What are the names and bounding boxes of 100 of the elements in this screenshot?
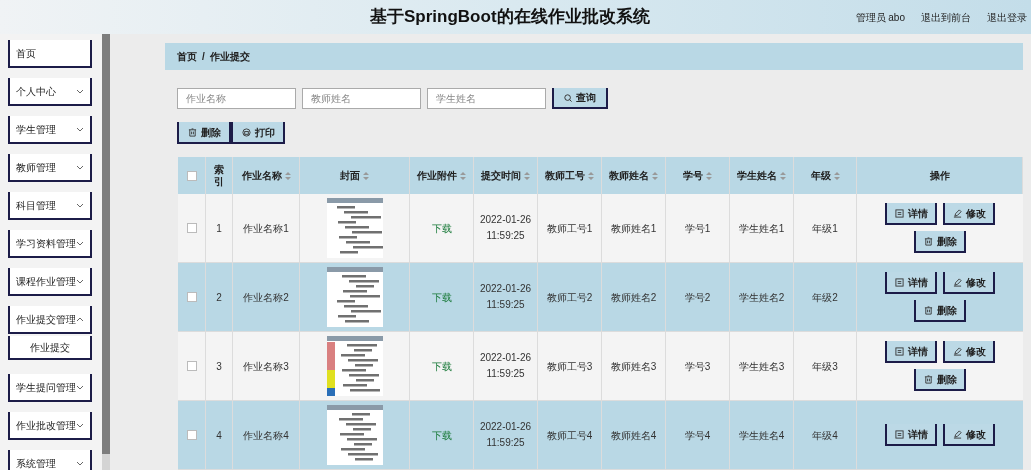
sidebar-menu-item[interactable]: 系统管理 bbox=[8, 450, 92, 470]
table-cell-text: 年级1 bbox=[812, 221, 838, 236]
scrollbar-thumb[interactable] bbox=[102, 34, 110, 454]
trash-icon bbox=[923, 305, 933, 315]
chevron-icon bbox=[76, 202, 84, 208]
table-cell-text: 学生姓名2 bbox=[738, 290, 785, 305]
table-cell-text: 2022-01-26 11:59:25 bbox=[478, 213, 533, 243]
table-cell-text: 学生姓名3 bbox=[738, 359, 785, 374]
sidebar-menu-item[interactable]: 科目管理 bbox=[8, 192, 92, 220]
search-field[interactable]: 教师姓名 bbox=[302, 88, 421, 109]
column-header: 封面 bbox=[340, 169, 360, 183]
search-field[interactable]: 学生姓名 bbox=[427, 88, 546, 109]
table-cell-text: 学号1 bbox=[684, 221, 711, 236]
trash-icon bbox=[923, 374, 933, 384]
toolbar-button[interactable]: 打印 bbox=[231, 122, 285, 144]
pencil-icon bbox=[952, 208, 962, 218]
sort-icon[interactable] bbox=[780, 171, 786, 180]
table-cell-text: 年级4 bbox=[812, 428, 838, 443]
toolbar-button[interactable]: 删除 bbox=[177, 122, 231, 144]
action-button[interactable]: 详情 bbox=[885, 272, 937, 294]
download-link[interactable]: 下载 bbox=[431, 289, 452, 305]
table-cell-text: 学号3 bbox=[684, 359, 711, 374]
sort-icon[interactable] bbox=[833, 171, 840, 180]
header-link[interactable]: 退出到前台 bbox=[921, 9, 971, 25]
table-cell-text: 2022-01-26 11:59:25 bbox=[478, 420, 533, 450]
table-cell-text: 教师姓名2 bbox=[610, 290, 657, 305]
action-button[interactable]: 修改 bbox=[943, 272, 995, 294]
sidebar-menu-item[interactable]: 作业批改管理 bbox=[8, 412, 92, 440]
chevron-icon bbox=[76, 164, 84, 170]
document-icon bbox=[894, 208, 904, 218]
table-cell-text: 学生姓名1 bbox=[738, 221, 785, 236]
search-button[interactable]: 查询 bbox=[552, 88, 608, 109]
sidebar-menu-item[interactable]: 学生提问管理 bbox=[8, 374, 92, 402]
table-cell-text: 作业名称1 bbox=[243, 221, 289, 236]
action-button[interactable]: 删除 bbox=[914, 300, 966, 322]
table-cell-text: 学号4 bbox=[684, 428, 711, 443]
column-header: 提交时间 bbox=[481, 169, 521, 183]
column-header: 索引 bbox=[213, 163, 225, 188]
sort-icon[interactable] bbox=[524, 171, 530, 180]
trash-icon bbox=[923, 236, 933, 246]
table-cell-text: 学生姓名4 bbox=[738, 428, 785, 443]
action-button[interactable]: 修改 bbox=[943, 424, 995, 446]
sidebar-menu-item[interactable]: 首页 bbox=[8, 40, 92, 68]
sort-icon[interactable] bbox=[652, 171, 658, 180]
sidebar-menu-item[interactable]: 课程作业管理 bbox=[8, 268, 92, 296]
action-button[interactable]: 详情 bbox=[885, 341, 937, 363]
sidebar-submenu-item[interactable]: 作业提交 bbox=[8, 336, 92, 360]
chevron-icon bbox=[76, 384, 84, 390]
action-button[interactable]: 修改 bbox=[943, 203, 995, 225]
pencil-icon bbox=[952, 346, 962, 356]
header-link[interactable]: 管理员 abo bbox=[855, 9, 905, 25]
table-cell-text: 2022-01-26 11:59:25 bbox=[478, 351, 533, 381]
action-button[interactable]: 修改 bbox=[943, 341, 995, 363]
checkbox[interactable] bbox=[186, 223, 197, 233]
sidebar-menu-item[interactable]: 学生管理 bbox=[8, 116, 92, 144]
action-button[interactable]: 删除 bbox=[914, 231, 966, 253]
sidebar-menu-item[interactable]: 作业提交管理 bbox=[8, 306, 92, 334]
checkbox[interactable] bbox=[186, 361, 197, 371]
sidebar-menu-item[interactable]: 学习资料管理 bbox=[8, 230, 92, 258]
table-cell-text: 教师姓名4 bbox=[610, 428, 657, 443]
column-header: 作业附件 bbox=[417, 169, 457, 183]
table-cell-text: 年级2 bbox=[812, 290, 838, 305]
table-cell-text: 2 bbox=[216, 290, 222, 305]
table-cell-text: 作业名称3 bbox=[243, 359, 289, 374]
download-link[interactable]: 下载 bbox=[431, 427, 452, 443]
action-button[interactable]: 删除 bbox=[914, 369, 966, 391]
table-cell-text: 教师工号2 bbox=[546, 290, 593, 305]
action-button[interactable]: 详情 bbox=[885, 203, 937, 225]
table-cell-text: 教师姓名1 bbox=[610, 221, 657, 236]
table-cell-text: 年级3 bbox=[812, 359, 838, 374]
breadcrumb-item[interactable]: 首页 bbox=[177, 49, 197, 64]
header-link[interactable]: 退出登录 bbox=[987, 9, 1027, 25]
download-link[interactable]: 下载 bbox=[431, 220, 452, 236]
search-field[interactable]: 作业名称 bbox=[177, 88, 296, 109]
column-header: 教师姓名 bbox=[609, 169, 649, 183]
sort-icon[interactable] bbox=[588, 171, 594, 180]
table-cell-text: 作业名称4 bbox=[243, 428, 289, 443]
sidebar-menu-item[interactable]: 教师管理 bbox=[8, 154, 92, 182]
trash-icon bbox=[187, 127, 197, 137]
pencil-icon bbox=[952, 277, 962, 287]
action-button[interactable]: 详情 bbox=[885, 424, 937, 446]
column-header: 学生姓名 bbox=[737, 169, 777, 183]
document-icon bbox=[894, 429, 904, 439]
table-cell-text: 教师姓名3 bbox=[610, 359, 657, 374]
sidebar-menu-item[interactable]: 个人中心 bbox=[8, 78, 92, 106]
column-header: 操作 bbox=[929, 169, 950, 183]
sort-icon[interactable] bbox=[284, 171, 291, 180]
checkbox[interactable] bbox=[186, 430, 197, 440]
breadcrumb-item: 作业提交 bbox=[209, 50, 250, 64]
column-header: 年级 bbox=[810, 169, 831, 183]
sort-icon[interactable] bbox=[460, 171, 466, 180]
checkbox[interactable] bbox=[186, 170, 197, 181]
document-icon bbox=[894, 346, 904, 356]
sort-icon[interactable] bbox=[706, 171, 712, 180]
table-cell-text: 4 bbox=[216, 428, 222, 443]
sort-icon[interactable] bbox=[363, 171, 369, 180]
column-header: 教师工号 bbox=[545, 169, 585, 183]
chevron-icon bbox=[76, 126, 84, 132]
checkbox[interactable] bbox=[186, 292, 197, 302]
download-link[interactable]: 下载 bbox=[431, 358, 452, 374]
